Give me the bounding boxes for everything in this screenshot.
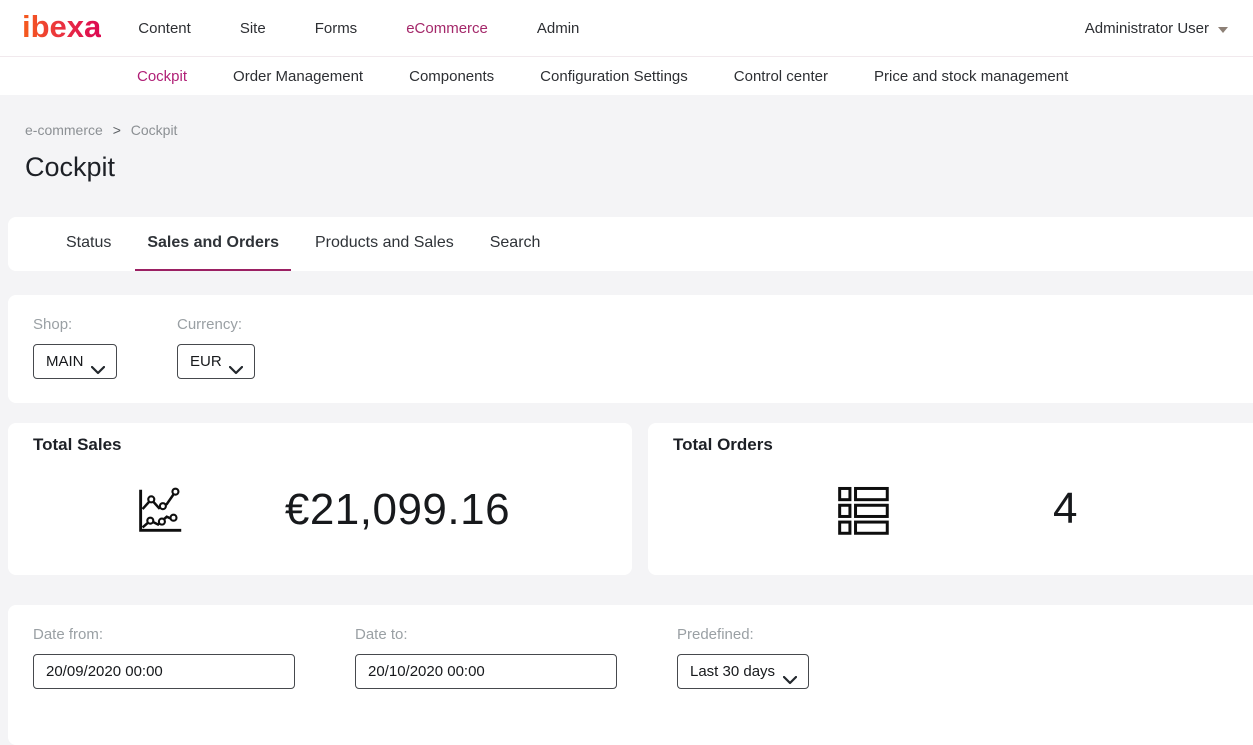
nav-item-site[interactable]: Site bbox=[240, 20, 266, 37]
date-to-label: Date to: bbox=[355, 626, 617, 643]
date-filter-panel: Date from: Date to: Predefined: Last 30 … bbox=[8, 605, 1253, 745]
line-chart-icon bbox=[130, 481, 188, 539]
total-orders-title: Total Orders bbox=[673, 435, 1240, 455]
date-to-input[interactable] bbox=[355, 654, 617, 689]
tab-status[interactable]: Status bbox=[54, 217, 123, 271]
currency-label: Currency: bbox=[177, 316, 255, 333]
currency-field: Currency: EUR bbox=[177, 316, 255, 379]
tab-products-and-sales[interactable]: Products and Sales bbox=[303, 217, 466, 271]
top-navigation-bar: ibexa Content Site Forms eCommerce Admin… bbox=[0, 0, 1253, 57]
subnav-item-price-and-stock-management[interactable]: Price and stock management bbox=[874, 68, 1068, 85]
subnav-item-control-center[interactable]: Control center bbox=[734, 68, 828, 85]
date-from-label: Date from: bbox=[33, 626, 295, 643]
predefined-select[interactable]: Last 30 days bbox=[677, 654, 809, 689]
subnav-item-cockpit[interactable]: Cockpit bbox=[137, 68, 187, 85]
tab-search[interactable]: Search bbox=[478, 217, 553, 271]
ibexa-logo[interactable]: ibexa bbox=[22, 11, 101, 45]
breadcrumb-separator: > bbox=[113, 122, 121, 138]
subnav-item-order-management[interactable]: Order Management bbox=[233, 68, 363, 85]
stats-row: Total Sales €21,099.16 Total Orders bbox=[8, 423, 1253, 575]
page-title: Cockpit bbox=[25, 151, 1253, 183]
orders-list-icon bbox=[835, 481, 891, 537]
date-to-field: Date to: bbox=[355, 626, 617, 715]
main-nav: Content Site Forms eCommerce Admin bbox=[138, 20, 579, 37]
shop-select[interactable]: MAIN bbox=[33, 344, 117, 379]
total-orders-value: 4 bbox=[1053, 485, 1078, 533]
subnav-item-components[interactable]: Components bbox=[409, 68, 494, 85]
shop-currency-filter-panel: Shop: MAIN Currency: EUR bbox=[8, 295, 1253, 403]
breadcrumb-item-cockpit: Cockpit bbox=[131, 122, 178, 138]
user-menu-label: Administrator User bbox=[1085, 20, 1209, 37]
shop-field: Shop: MAIN bbox=[33, 316, 117, 379]
total-sales-card: Total Sales €21,099.16 bbox=[8, 423, 632, 575]
predefined-label: Predefined: bbox=[677, 626, 809, 643]
total-orders-card: Total Orders 4 bbox=[648, 423, 1253, 575]
currency-select[interactable]: EUR bbox=[177, 344, 255, 379]
total-sales-title: Total Sales bbox=[33, 435, 607, 455]
secondary-nav: Cockpit Order Management Components Conf… bbox=[0, 57, 1253, 95]
date-from-field: Date from: bbox=[33, 626, 295, 715]
nav-item-content[interactable]: Content bbox=[138, 20, 191, 37]
total-sales-value: €21,099.16 bbox=[285, 486, 510, 534]
tab-bar: Status Sales and Orders Products and Sal… bbox=[8, 217, 1253, 271]
nav-item-ecommerce[interactable]: eCommerce bbox=[406, 20, 488, 37]
nav-item-admin[interactable]: Admin bbox=[537, 20, 580, 37]
predefined-field: Predefined: Last 30 days bbox=[677, 626, 809, 715]
tab-sales-and-orders[interactable]: Sales and Orders bbox=[135, 217, 291, 271]
date-from-input[interactable] bbox=[33, 654, 295, 689]
breadcrumb: e-commerce > Cockpit bbox=[25, 122, 1253, 138]
subnav-item-configuration-settings[interactable]: Configuration Settings bbox=[540, 68, 688, 85]
shop-label: Shop: bbox=[33, 316, 117, 333]
user-menu[interactable]: Administrator User bbox=[1085, 20, 1228, 37]
breadcrumb-item-ecommerce[interactable]: e-commerce bbox=[25, 122, 103, 138]
nav-item-forms[interactable]: Forms bbox=[315, 20, 358, 37]
chevron-down-icon bbox=[1218, 27, 1228, 33]
